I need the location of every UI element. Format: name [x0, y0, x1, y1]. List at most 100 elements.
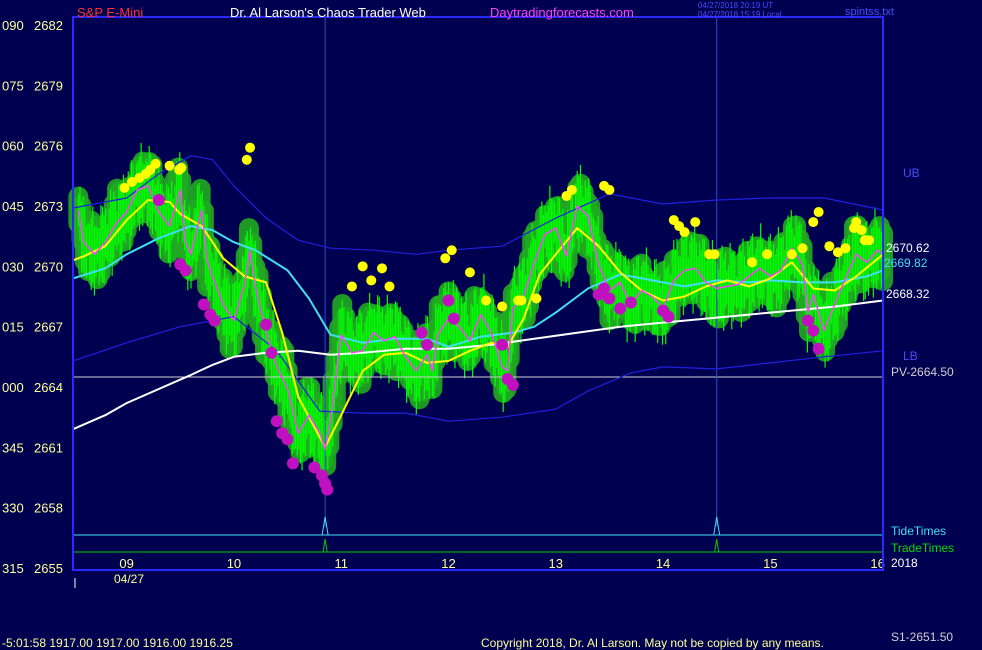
low-marker [421, 338, 434, 351]
high-marker [376, 263, 387, 274]
timestamp-ut: 04/27/2018 20:19 UT [698, 1, 773, 10]
high-marker [346, 281, 357, 292]
tide-times-label: TideTimes [891, 524, 946, 538]
y-tick-degree: 315 [2, 561, 24, 576]
lower-band-label: LB [903, 349, 918, 363]
high-marker [709, 249, 720, 260]
y-tick-price: 2670 [34, 259, 63, 274]
high-marker [864, 235, 875, 246]
high-marker [497, 301, 508, 312]
y-tick-degree: 075 [2, 78, 24, 93]
y-tick-degree: 345 [2, 440, 24, 455]
high-marker [366, 275, 377, 286]
pivot-label: PV-2664.50 [891, 365, 954, 379]
y-tick-degree: 030 [2, 259, 24, 274]
y-tick-degree: 060 [2, 139, 24, 154]
low-marker [807, 324, 820, 337]
low-marker [624, 296, 637, 309]
y-tick-price: 2673 [34, 199, 63, 214]
low-marker [812, 342, 825, 355]
high-marker [176, 162, 187, 173]
y-tick-degree: 045 [2, 199, 24, 214]
low-marker [603, 292, 616, 305]
low-marker [152, 193, 165, 206]
y-tick-degree: 090 [2, 18, 24, 33]
symbol-label: S&P E-Mini [77, 5, 143, 20]
high-marker [762, 249, 773, 260]
y-tick-price: 2682 [34, 18, 63, 33]
high-marker [747, 257, 758, 268]
x-tick-label: 10 [227, 556, 241, 571]
last-value-fast: 2670.62 [886, 241, 930, 255]
x-tick-label: 11 [334, 556, 348, 571]
high-marker [813, 207, 824, 218]
high-marker [856, 225, 867, 236]
y-tick-price: 2658 [34, 501, 63, 516]
high-marker [245, 142, 256, 153]
y-tick-degree: 015 [2, 320, 24, 335]
chart-canvas: 090 2682 075 2679 060 2676 045 2673 030 2670 015 26… [0, 0, 982, 650]
timestamp-local: 04/27/2018 15:19 Local [698, 10, 782, 19]
y-tick-price: 2676 [34, 139, 63, 154]
site-link[interactable]: Daytradingforecasts.com [490, 5, 634, 20]
high-marker [384, 281, 395, 292]
low-marker [260, 318, 273, 331]
file-label: spintss.txt [845, 6, 894, 18]
low-marker [265, 346, 278, 359]
x-tick-label: 12 [441, 556, 455, 571]
low-marker [281, 433, 294, 446]
high-marker [357, 261, 368, 272]
low-marker [662, 310, 675, 323]
high-marker [604, 184, 615, 195]
chart-title: Dr. Al Larson's Chaos Trader Web [230, 5, 426, 20]
low-marker [442, 294, 455, 307]
copyright: Copyright 2018, Dr. Al Larson. May not b… [481, 636, 824, 650]
high-marker [824, 241, 835, 252]
high-marker [481, 295, 492, 306]
high-marker [566, 184, 577, 195]
low-marker [197, 298, 210, 311]
low-marker [506, 378, 519, 391]
s1-label: S1-2651.50 [891, 630, 953, 644]
low-marker [270, 415, 283, 428]
high-marker [840, 243, 851, 254]
y-tick-price: 2667 [34, 320, 63, 335]
y-tick-price: 2661 [34, 440, 63, 455]
high-marker [690, 217, 701, 228]
status-line: -5:01:58 1917.00 1917.00 1916.00 1916.25 [2, 636, 233, 650]
high-marker [808, 217, 819, 228]
low-marker [321, 483, 334, 496]
year-label: 2018 [891, 556, 918, 570]
high-marker [241, 154, 252, 165]
last-value-slow: 2668.32 [886, 287, 930, 301]
high-marker [150, 158, 161, 169]
high-marker [446, 245, 457, 256]
x-tick-label: 13 [549, 556, 563, 571]
y-tick-price: 2664 [34, 380, 63, 395]
x-tick-label: 15 [763, 556, 777, 571]
low-marker [286, 457, 299, 470]
x-tick-label: 14 [656, 556, 670, 571]
low-marker [614, 302, 627, 315]
high-marker [440, 253, 451, 264]
low-marker [496, 338, 509, 351]
high-marker [531, 293, 542, 304]
y-tick-degree: 000 [2, 380, 24, 395]
y-tick-price: 2679 [34, 78, 63, 93]
date-label: 04/27 [114, 572, 144, 586]
x-tick-label: 09 [119, 556, 133, 571]
y-tick-degree: 330 [2, 501, 24, 516]
high-marker [797, 243, 808, 254]
high-marker [464, 267, 475, 278]
trade-times-label: TradeTimes [891, 541, 954, 555]
high-marker [679, 227, 690, 238]
high-marker [786, 249, 797, 260]
y-tick-price: 2655 [34, 561, 63, 576]
high-marker [516, 295, 527, 306]
low-marker [179, 264, 192, 277]
last-value-mid: 2669.82 [884, 256, 928, 270]
upper-band-label: UB [903, 166, 920, 180]
low-marker [447, 312, 460, 325]
high-marker [164, 160, 175, 171]
low-marker [208, 314, 221, 327]
